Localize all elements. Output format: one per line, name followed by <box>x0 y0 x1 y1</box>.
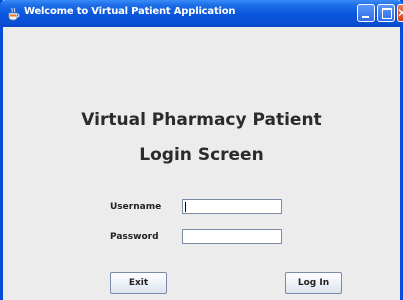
login-button[interactable]: Log In <box>285 272 342 294</box>
minimize-icon[interactable] <box>357 4 375 22</box>
exit-button[interactable]: Exit <box>110 272 167 294</box>
text-caret <box>185 202 186 212</box>
page-title: Virtual Pharmacy Patient <box>81 110 322 130</box>
maximize-icon[interactable] <box>377 4 395 22</box>
page-subtitle: Login Screen <box>139 145 264 165</box>
close-icon[interactable] <box>397 4 403 22</box>
title-bar[interactable]: Welcome to Virtual Patient Application <box>0 0 403 27</box>
username-label: Username <box>110 202 162 212</box>
java-coffee-cup-icon[interactable] <box>7 6 20 21</box>
window-title: Welcome to Virtual Patient Application <box>24 6 236 17</box>
password-field[interactable] <box>182 229 282 244</box>
application-window: Welcome to Virtual Patient Application V… <box>0 0 403 300</box>
username-field[interactable] <box>182 199 282 214</box>
password-label: Password <box>110 232 159 242</box>
